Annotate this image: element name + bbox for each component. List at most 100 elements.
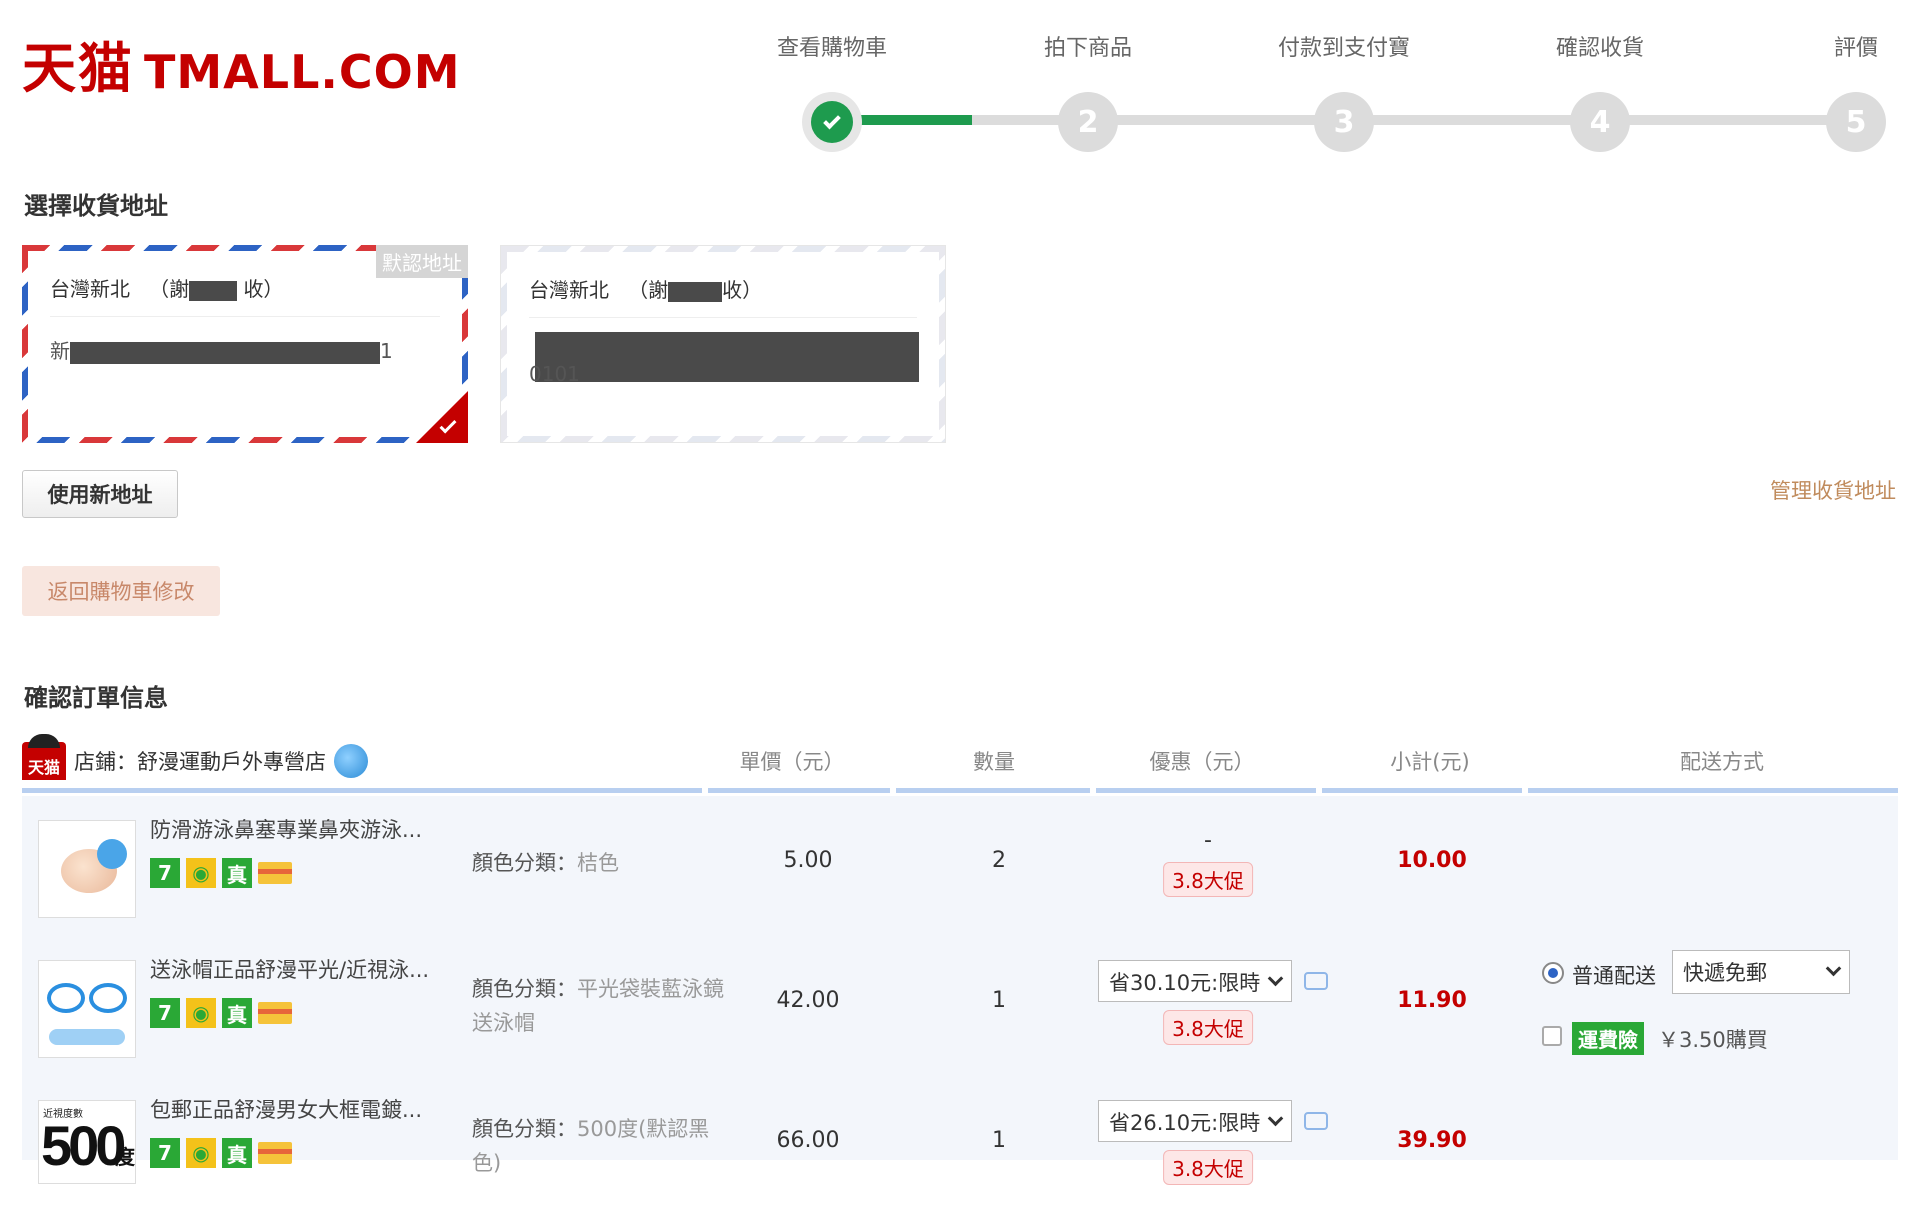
normal-delivery-radio[interactable] (1542, 962, 1564, 984)
step-2: 2 (1058, 92, 1118, 152)
subtotal: 10.00 (1397, 848, 1467, 873)
thumb-unit: 度 (115, 1145, 135, 1169)
address-card-default[interactable]: 台灣新北 （謝 收） 新1 默認地址 (22, 245, 468, 443)
table-row: 近視度數 500 度 包郵正品舒漫男女大框電鍍... 7 ◉ 真 顏色分類：50… (22, 1076, 1898, 1216)
order-section-title: 確認訂單信息 (24, 684, 168, 712)
logo-en-text: TMALL.COM (144, 45, 461, 99)
service-badges: 7 ◉ 真 (150, 1138, 292, 1168)
subtotal: 11.90 (1397, 988, 1467, 1013)
step-1-done (802, 92, 862, 152)
attr-label: 顏色分類： (472, 977, 577, 1001)
product-title[interactable]: 包郵正品舒漫男女大框電鍍... (150, 1094, 422, 1124)
address-card-2[interactable]: 台灣新北 （謝 收） 0101 (500, 245, 946, 443)
tmall-shop-icon: 天猫 (22, 734, 66, 780)
shipping-method-select[interactable]: 快遞免郵 (1672, 950, 1850, 994)
authentic-icon: 真 (222, 858, 252, 888)
col-discount: 優惠（元） (1149, 750, 1255, 774)
seven-day-return-icon: 7 (150, 998, 180, 1028)
shipping-method-value: 快遞免郵 (1683, 961, 1767, 985)
unit-price: 66.00 (776, 1128, 840, 1153)
step-label-cart: 查看購物車 (776, 36, 888, 61)
discount-select[interactable]: 省30.10元:限時 (1098, 960, 1292, 1002)
chevron-down-icon (1267, 970, 1284, 987)
shipping-insurance-price: ￥3.50購買 (1658, 1028, 1768, 1052)
normal-delivery-label: 普通配送 (1572, 964, 1656, 988)
wangwang-chat-icon[interactable] (334, 744, 368, 778)
redaction (668, 281, 723, 302)
credit-card-icon (258, 1142, 292, 1164)
header-underline (1096, 788, 1316, 793)
message-icon[interactable] (1304, 972, 1328, 990)
col-quantity: 數量 (973, 750, 1015, 774)
product-title[interactable]: 防滑游泳鼻塞專業鼻夾游泳... (150, 814, 422, 844)
promo-badge: 3.8大促 (1163, 1150, 1253, 1185)
table-row: 送泳帽正品舒漫平光/近視泳... 7 ◉ 真 顏色分類：平光袋裝藍泳鏡送泳帽 4… (22, 936, 1898, 1076)
address-region: 台灣新北 (529, 278, 609, 302)
col-price: 單價（元） (739, 750, 845, 774)
unit-price: 5.00 (783, 848, 833, 873)
address-recipient-prefix: （謝 (149, 277, 190, 301)
address-detail: 新1 (50, 335, 440, 415)
col-subtotal: 小計(元) (1390, 750, 1470, 774)
shipping-insurance-checkbox[interactable] (1542, 1026, 1562, 1046)
credit-card-icon (258, 862, 292, 884)
header-underline (22, 788, 702, 793)
product-thumbnail[interactable]: 近視度數 500 度 (38, 1100, 136, 1184)
product-attribute: 顏色分類：500度(默認黑色) (472, 1112, 732, 1180)
selected-corner (416, 391, 468, 443)
attr-label: 顏色分類： (472, 851, 577, 875)
guarantee-icon: ◉ (186, 858, 216, 888)
header-underline (1528, 788, 1898, 793)
shop-name[interactable]: 店鋪：舒漫運動戶外專營店 (74, 746, 326, 776)
order-items: 防滑游泳鼻塞專業鼻夾游泳... 7 ◉ 真 顏色分類：桔色 5.00 2 - 3… (22, 796, 1898, 1185)
guarantee-icon: ◉ (186, 998, 216, 1028)
chevron-down-icon (1825, 960, 1842, 977)
quantity: 1 (992, 988, 1006, 1013)
address-region: 台灣新北 (50, 277, 130, 301)
address-detail-prefix: 新 (50, 339, 70, 363)
attr-label: 顏色分類： (472, 1117, 577, 1141)
redaction (535, 332, 919, 382)
seven-day-return-icon: 7 (150, 1138, 180, 1168)
chevron-down-icon (1267, 1110, 1284, 1127)
step-4: 4 (1570, 92, 1630, 152)
guarantee-icon: ◉ (186, 1138, 216, 1168)
credit-card-icon (258, 1002, 292, 1024)
product-thumbnail[interactable] (38, 960, 136, 1058)
thumb-number: 500 (41, 1114, 126, 1177)
order-table-header: 天猫 店鋪：舒漫運動戶外專營店 單價（元） 數量 優惠（元） 小計(元) 配送方… (22, 734, 1898, 794)
quantity: 1 (992, 1128, 1006, 1153)
service-badges: 7 ◉ 真 (150, 998, 292, 1028)
check-icon (823, 111, 841, 129)
discount-select[interactable]: 省26.10元:限時 (1098, 1100, 1292, 1142)
discount-select-value: 省26.10元:限時 (1109, 1111, 1261, 1135)
manage-address-link[interactable]: 管理收貨地址 (1770, 475, 1896, 505)
step-label-review: 評價 (1833, 36, 1879, 61)
address-recipient-prefix: （謝 (628, 278, 669, 302)
address-detail-suffix: 0101 (529, 362, 580, 386)
logo-cn-text: 天猫 (22, 36, 134, 100)
product-title[interactable]: 送泳帽正品舒漫平光/近視泳... (150, 954, 429, 984)
tmall-logo[interactable]: 天猫 TMALL.COM (22, 30, 461, 100)
discount-none: - (1204, 828, 1212, 853)
subtotal: 39.90 (1397, 1128, 1467, 1153)
unit-price: 42.00 (776, 988, 840, 1013)
address-head: 台灣新北 （謝 收） (529, 264, 917, 318)
seven-day-return-icon: 7 (150, 858, 180, 888)
step-label-order: 拍下商品 (1043, 36, 1133, 61)
message-icon[interactable] (1304, 1112, 1328, 1130)
use-new-address-button[interactable]: 使用新地址 (22, 470, 178, 518)
discount-select-value: 省30.10元:限時 (1109, 971, 1261, 995)
product-thumbnail[interactable] (38, 820, 136, 918)
promo-badge: 3.8大促 (1163, 862, 1253, 897)
redaction (189, 280, 238, 301)
product-attribute: 顏色分類：桔色 (472, 846, 732, 880)
back-to-cart-button[interactable]: 返回購物車修改 (22, 566, 220, 616)
step-3: 3 (1314, 92, 1374, 152)
product-attribute: 顏色分類：平光袋裝藍泳鏡送泳帽 (472, 972, 732, 1040)
step-5: 5 (1826, 92, 1886, 152)
col-shipping: 配送方式 (1680, 750, 1764, 774)
attr-value: 桔色 (577, 851, 619, 875)
table-row: 防滑游泳鼻塞專業鼻夾游泳... 7 ◉ 真 顏色分類：桔色 5.00 2 - 3… (22, 796, 1898, 936)
default-address-tag: 默認地址 (376, 245, 468, 278)
